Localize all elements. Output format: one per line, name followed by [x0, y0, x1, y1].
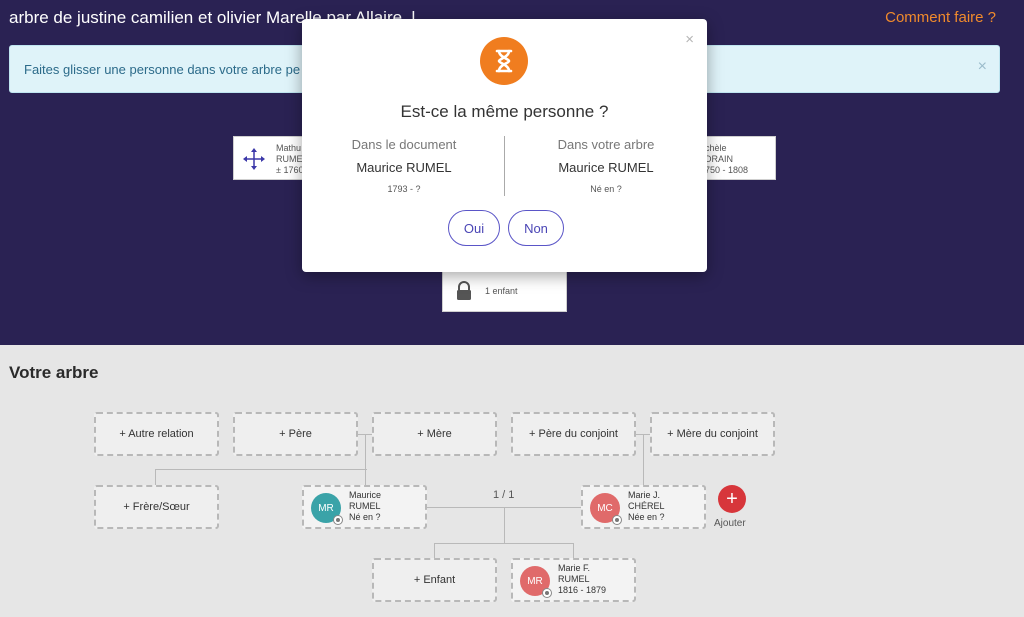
add-child-button[interactable]: + Enfant	[372, 558, 497, 602]
person-last-name: RUMEL	[349, 501, 381, 511]
add-spouse-button[interactable]: +	[718, 485, 746, 513]
person-last-name: RUMEL	[558, 574, 590, 584]
document-person-line: DRAIN	[705, 154, 734, 164]
tree-person-name: Maurice RUMEL	[558, 160, 654, 175]
person-info: Marie F. RUMEL 1816 - 1879	[558, 563, 606, 596]
info-banner-text: Faites glisser une personne dans votre a…	[24, 62, 301, 77]
person-info: Marie J. CHÉREL Née en ?	[628, 490, 665, 523]
add-other-relation-button[interactable]: + Autre relation	[94, 412, 219, 456]
no-button[interactable]: Non	[508, 210, 564, 246]
eye-icon	[542, 588, 552, 598]
add-father-button[interactable]: + Père	[233, 412, 358, 456]
document-children-card: 1 enfant	[442, 268, 567, 312]
person-first-name: Marie J.	[628, 490, 661, 500]
connector-line	[434, 543, 574, 544]
person-card-marie-cherel[interactable]: MC Marie J. CHÉREL Née en ?	[581, 485, 706, 529]
tree-person-dates: Né en ?	[590, 184, 622, 194]
tree-column-heading: Dans votre arbre	[557, 137, 655, 152]
move-icon[interactable]	[242, 147, 266, 171]
eye-icon	[612, 515, 622, 525]
tree-column: Dans votre arbre Maurice RUMEL Né en ?	[506, 137, 706, 194]
connector-line	[573, 543, 574, 558]
add-mother-button[interactable]: + Mère	[372, 412, 497, 456]
spouse-counter: 1 / 1	[493, 489, 515, 501]
person-card-marie-rumel[interactable]: MR Marie F. RUMEL 1816 - 1879	[511, 558, 636, 602]
person-last-name: CHÉREL	[628, 501, 665, 511]
person-dates: Né en ?	[349, 512, 381, 522]
person-first-name: Marie F.	[558, 563, 591, 573]
document-person-line: 750 - 1808	[705, 165, 749, 175]
connector-line	[155, 469, 156, 485]
dialog-question: Est-ce la même personne ?	[400, 102, 609, 121]
connector-line	[155, 469, 367, 470]
add-spouse-mother-button[interactable]: + Mère du conjoint	[650, 412, 775, 456]
add-sibling-button[interactable]: + Frère/Sœur	[94, 485, 219, 529]
connector-line	[504, 507, 505, 543]
person-dates: Née en ?	[628, 512, 665, 522]
document-person-line: chèle	[705, 143, 727, 153]
person-card-maurice[interactable]: MR Maurice RUMEL Né en ?	[302, 485, 427, 529]
connector-line	[358, 434, 372, 435]
document-column: Dans le document Maurice RUMEL 1793 - ?	[304, 137, 504, 194]
banner-close-icon[interactable]: ×	[978, 58, 987, 76]
document-person-card-right[interactable]: chèle DRAIN 750 - 1808	[698, 136, 776, 180]
close-icon[interactable]: ×	[685, 31, 694, 48]
hourglass-icon	[480, 37, 528, 85]
document-person-info: chèle DRAIN 750 - 1808	[705, 143, 748, 176]
person-first-name: Maurice	[349, 490, 382, 500]
document-column-heading: Dans le document	[351, 137, 457, 152]
connector-line	[434, 543, 435, 558]
column-divider	[504, 136, 505, 196]
add-spouse-label: Ajouter	[714, 518, 746, 529]
connector-line	[365, 434, 366, 486]
document-person-card-left[interactable]: Mathu RUME ± 1760	[233, 136, 313, 180]
eye-icon	[333, 515, 343, 525]
lock-icon	[457, 281, 471, 300]
person-dates: 1816 - 1879	[558, 585, 607, 595]
help-link[interactable]: Comment faire ?	[885, 9, 996, 26]
document-person-dates: 1793 - ?	[387, 184, 421, 194]
same-person-dialog: × Est-ce la même personne ? Dans le docu…	[302, 19, 707, 272]
yes-button[interactable]: Oui	[448, 210, 500, 246]
tree-title: Votre arbre	[9, 363, 99, 382]
document-person-name: Maurice RUMEL	[356, 160, 452, 175]
person-info: Maurice RUMEL Né en ?	[349, 490, 381, 523]
add-spouse-father-button[interactable]: + Père du conjoint	[511, 412, 636, 456]
children-count: 1 enfant	[485, 286, 518, 296]
connector-line	[643, 434, 644, 486]
